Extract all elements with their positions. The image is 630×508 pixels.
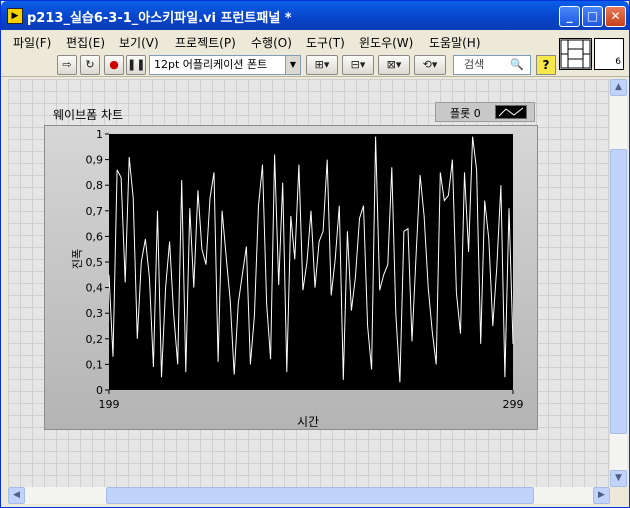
y-tick-label: 0,9	[86, 154, 104, 167]
y-tick-label: 0,6	[86, 230, 104, 243]
y-tick-label: 0,4	[86, 282, 104, 295]
y-tick-label: 0,1	[86, 358, 104, 371]
y-tick-label: 0,3	[86, 307, 104, 320]
y-tick-label: 0	[96, 384, 103, 397]
y-tick-label: 0,7	[86, 205, 104, 218]
y-axis-label: 진폭	[71, 248, 85, 270]
x-axis-label: 시간	[297, 415, 320, 429]
y-tick-label: 1	[96, 128, 103, 141]
y-tick-label: 0,5	[86, 256, 104, 269]
chart-svg: 0 0,1 0,2 0,3 0,4 0,5 0,6 0,7 0,8 0,9 1 199 299	[86, 128, 524, 411]
window: ▶ p213_실습6-3-1_아스키파일.vi 프런트패널 * _ □ ✕ 파일…	[0, 0, 630, 508]
y-tick-label: 0,8	[86, 179, 104, 192]
x-tick-label: 299	[503, 398, 524, 411]
x-tick-label: 199	[99, 398, 120, 411]
y-tick-label: 0,2	[86, 333, 104, 346]
